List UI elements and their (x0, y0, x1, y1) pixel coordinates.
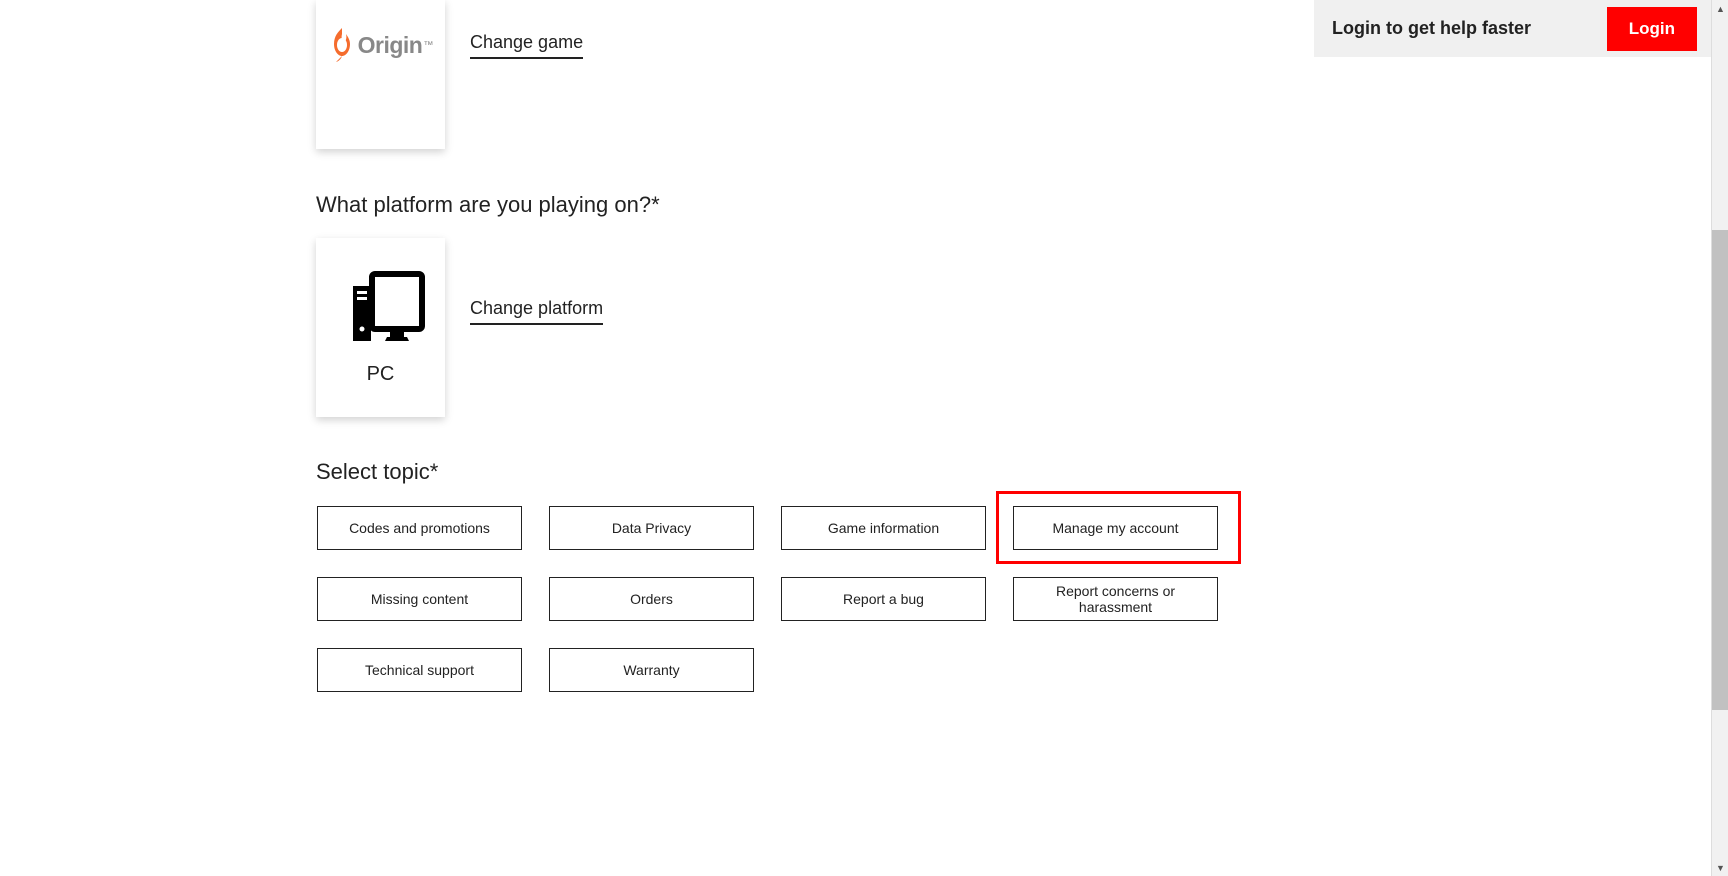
login-bar-text: Login to get help faster (1332, 18, 1531, 39)
login-button[interactable]: Login (1607, 7, 1697, 51)
platform-label: PC (367, 363, 395, 386)
topic-report-concerns[interactable]: Report concerns or harassment (1013, 577, 1218, 621)
topic-game-information[interactable]: Game information (781, 506, 986, 550)
topic-warranty[interactable]: Warranty (549, 648, 754, 692)
origin-flame-icon (328, 26, 356, 64)
origin-logo: Origin ™ (328, 26, 434, 64)
change-game-link[interactable]: Change game (470, 32, 583, 59)
scrollbar[interactable]: ▲ ▼ (1711, 0, 1728, 876)
topic-heading: Select topic* (316, 459, 438, 485)
topic-codes-promotions[interactable]: Codes and promotions (317, 506, 522, 550)
scrollbar-down-button[interactable]: ▼ (1712, 859, 1728, 876)
platform-heading: What platform are you playing on?* (316, 192, 660, 218)
scrollbar-up-button[interactable]: ▲ (1712, 0, 1728, 17)
topic-orders[interactable]: Orders (549, 577, 754, 621)
topic-report-bug[interactable]: Report a bug (781, 577, 986, 621)
topic-data-privacy[interactable]: Data Privacy (549, 506, 754, 550)
scrollbar-thumb[interactable] (1712, 230, 1728, 710)
topic-manage-account[interactable]: Manage my account (1013, 506, 1218, 550)
topics-grid: Codes and promotions Data Privacy Game i… (317, 506, 1218, 692)
login-bar: Login to get help faster Login (1314, 0, 1711, 57)
origin-tm: ™ (423, 40, 433, 51)
change-platform-link[interactable]: Change platform (470, 298, 603, 325)
pc-icon (337, 269, 425, 353)
origin-brand-text: Origin (358, 32, 423, 59)
topic-technical-support[interactable]: Technical support (317, 648, 522, 692)
platform-card[interactable]: PC (316, 238, 445, 417)
topic-missing-content[interactable]: Missing content (317, 577, 522, 621)
game-card[interactable]: Origin ™ (316, 0, 445, 149)
